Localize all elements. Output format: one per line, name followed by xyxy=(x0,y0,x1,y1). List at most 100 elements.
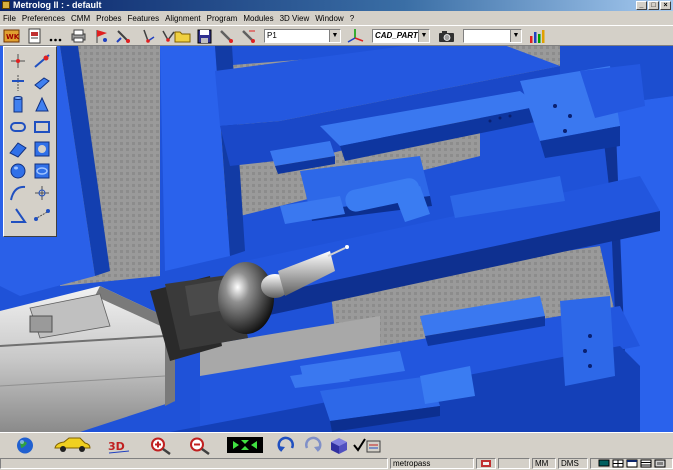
zoom-in-button[interactable] xyxy=(146,436,174,455)
menu-window[interactable]: Window xyxy=(312,14,346,23)
maximize-button[interactable]: □ xyxy=(648,1,659,10)
fit-view-icon xyxy=(227,437,263,453)
menu-cmm[interactable]: CMM xyxy=(68,14,93,23)
point-select-value: P1 xyxy=(267,31,277,40)
rectangle-feature-button[interactable] xyxy=(32,117,52,137)
car-model-button[interactable] xyxy=(52,436,92,455)
surface-feature-button[interactable] xyxy=(8,139,28,159)
window-title: Metrolog II : - default xyxy=(13,0,102,10)
menu-help[interactable]: ? xyxy=(347,14,357,23)
open-folder-button[interactable] xyxy=(174,28,191,44)
3d-view-button[interactable]: 3D xyxy=(107,436,131,455)
close-button[interactable]: × xyxy=(660,1,671,10)
workspace-icon: WK xyxy=(3,29,20,43)
point-select[interactable]: P1 ▼ xyxy=(264,29,341,43)
folder-icon xyxy=(174,31,191,43)
zoom-in-icon xyxy=(151,437,171,455)
torus-feature-button[interactable] xyxy=(32,161,52,181)
monitor-icon[interactable] xyxy=(598,459,610,468)
table-icon[interactable] xyxy=(640,459,652,468)
torus-icon xyxy=(34,163,50,179)
unit-indicator[interactable]: MM xyxy=(532,458,556,469)
cylinder-icon xyxy=(13,96,23,113)
layers-icon[interactable] xyxy=(654,459,666,468)
zoom-out-button[interactable] xyxy=(185,436,213,455)
main-toolbar: WK P1 ▼ CAD_PART ▼ ▼ xyxy=(0,25,673,46)
minimize-button[interactable]: _ xyxy=(636,1,647,10)
axis-feature-button[interactable] xyxy=(8,73,28,93)
view-select[interactable]: ▼ xyxy=(463,29,522,43)
circle-feature-button[interactable] xyxy=(32,139,52,159)
rotate-left-button[interactable] xyxy=(276,436,296,455)
point-feature-button[interactable] xyxy=(8,51,28,71)
menu-modules[interactable]: Modules xyxy=(240,14,276,23)
probe-flag-button[interactable] xyxy=(93,28,110,44)
menu-3d-view[interactable]: 3D View xyxy=(277,14,313,23)
title-bar: Metrolog II : - default _ □ × xyxy=(0,0,673,11)
distance-feature-button[interactable] xyxy=(32,205,52,225)
curve-icon xyxy=(10,185,26,201)
probe-tool-button[interactable] xyxy=(115,28,132,44)
probe-tool-icon xyxy=(116,30,130,43)
surface-icon xyxy=(9,142,27,158)
new-program-icon xyxy=(28,28,41,44)
more-button[interactable] xyxy=(47,28,64,44)
distance-icon xyxy=(34,209,50,221)
scan-button[interactable] xyxy=(240,28,257,44)
menu-preferences[interactable]: Preferences xyxy=(19,14,68,23)
rotate-left-icon xyxy=(277,436,294,452)
isometric-view-button[interactable] xyxy=(327,436,349,455)
grid-icon[interactable] xyxy=(612,459,624,468)
curve-feature-button[interactable] xyxy=(8,183,28,203)
cylinder-feature-button[interactable] xyxy=(8,95,28,115)
sphere-feature-button[interactable] xyxy=(8,161,28,181)
status-icon-cell[interactable] xyxy=(476,458,496,469)
angle-feature-button[interactable] xyxy=(8,205,28,225)
fit-view-button[interactable] xyxy=(227,436,263,455)
line-feature-button[interactable] xyxy=(32,51,52,71)
angle-unit-indicator[interactable]: DMS xyxy=(558,458,588,469)
cone-feature-button[interactable] xyxy=(32,95,52,115)
rectangle-icon xyxy=(34,121,50,133)
new-program-button[interactable] xyxy=(26,28,43,44)
feature-palette xyxy=(3,46,57,237)
workspace-button[interactable]: WK xyxy=(3,28,20,44)
menu-probes[interactable]: Probes xyxy=(93,14,124,23)
plane-feature-button[interactable] xyxy=(32,73,52,93)
check-tolerance-button[interactable] xyxy=(352,436,382,455)
globe-icon xyxy=(17,437,33,454)
ellipsis-icon xyxy=(49,38,62,42)
chevron-down-icon[interactable]: ▼ xyxy=(418,30,429,42)
slot-feature-button[interactable] xyxy=(8,117,28,137)
edge-point-button[interactable] xyxy=(32,183,52,203)
chevron-down-icon[interactable]: ▼ xyxy=(329,30,340,42)
globe-view-button[interactable] xyxy=(15,436,35,455)
rotate-right-button[interactable] xyxy=(303,436,323,455)
menu-file[interactable]: File xyxy=(0,14,19,23)
probe-axis-button[interactable] xyxy=(140,28,157,44)
statistics-button[interactable] xyxy=(528,28,545,44)
cad-scene xyxy=(0,46,673,432)
menu-program[interactable]: Program xyxy=(204,14,241,23)
chevron-down-icon[interactable]: ▼ xyxy=(510,30,521,42)
axis-icon xyxy=(12,75,24,91)
cad-part-select[interactable]: CAD_PART ▼ xyxy=(372,29,430,43)
svg-text:WK: WK xyxy=(6,33,20,41)
app-icon[interactable] xyxy=(2,1,10,9)
measure-button[interactable] xyxy=(218,28,235,44)
scan-stylus-icon xyxy=(242,30,255,43)
menu-features[interactable]: Features xyxy=(125,14,163,23)
camera-button[interactable] xyxy=(438,28,455,44)
save-button[interactable] xyxy=(196,28,213,44)
menu-alignment[interactable]: Alignment xyxy=(162,14,204,23)
point-icon xyxy=(11,54,25,68)
status-message: metropass xyxy=(390,458,474,469)
connection-icon xyxy=(481,460,491,467)
3d-viewport[interactable] xyxy=(0,46,673,432)
edge-point-icon xyxy=(35,186,49,200)
axes-icon xyxy=(347,29,364,43)
coordinate-axes-button[interactable] xyxy=(347,28,364,44)
window-icon[interactable] xyxy=(626,459,638,468)
line-icon xyxy=(34,54,50,68)
print-button[interactable] xyxy=(70,28,87,44)
